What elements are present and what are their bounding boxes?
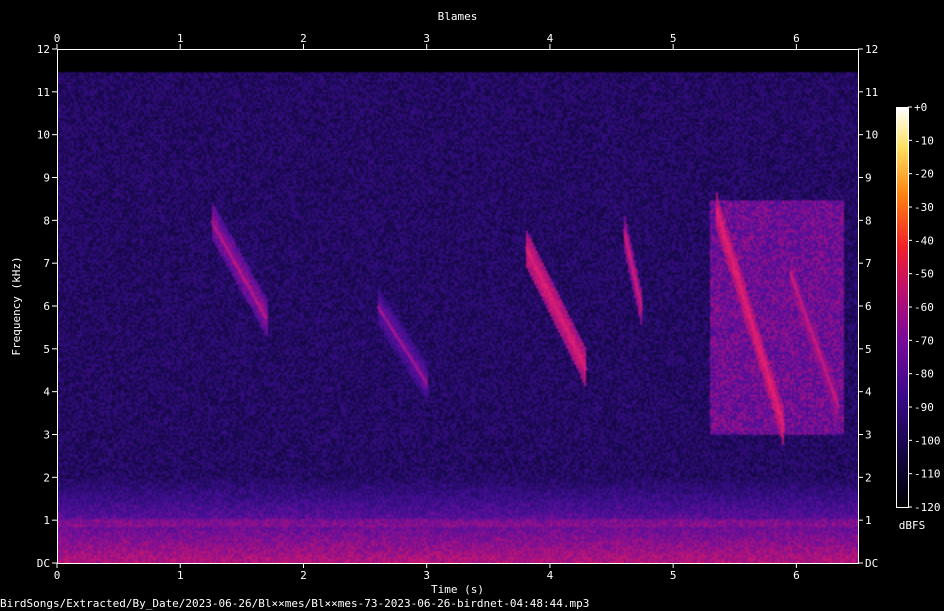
x-tick-label-top: 5 (670, 32, 677, 45)
x-tick-label-top: 1 (177, 32, 184, 45)
x-tick-label-bottom: 0 (54, 569, 61, 582)
x-tick-label-top: 6 (793, 32, 800, 45)
y-tick-label-left: 7 (43, 257, 50, 270)
colorbar-tick-label: -60 (914, 301, 934, 314)
colorbar-tick-label: -110 (914, 468, 941, 481)
x-tick-label-bottom: 5 (670, 569, 677, 582)
file-path-footer: BirdSongs/Extracted/By_Date/2023-06-26/B… (0, 597, 590, 610)
chart-title: Blames (438, 10, 478, 23)
y-tick-label-right: 7 (865, 257, 872, 270)
y-tick-label-right: 2 (865, 471, 872, 484)
y-tick-label-right: 5 (865, 343, 872, 356)
y-tick-label-left: 3 (43, 429, 50, 442)
spectrogram-plot-area (58, 50, 858, 563)
y-tick-label-right: 8 (865, 214, 872, 227)
colorbar-tick-label: +0 (914, 101, 927, 114)
y-tick-label-right: 10 (865, 129, 878, 142)
y-tick-label-right: 12 (865, 43, 878, 56)
x-tick-label-top: 3 (423, 32, 430, 45)
x-tick-label-bottom: 4 (547, 569, 554, 582)
y-tick-label-left: 2 (43, 471, 50, 484)
y-tick-label-right: 6 (865, 300, 872, 313)
y-tick-label-left: 11 (37, 86, 50, 99)
x-tick-label-bottom: 1 (177, 569, 184, 582)
colorbar-tick-label: -30 (914, 201, 934, 214)
spectrogram-figure: Blames 00112233445566 DC DC1 12 23 34 45 56 67 7… (10, 10, 941, 596)
y-tick-label-left: DC (37, 557, 50, 570)
y-axis-label: Frequency (kHz) (10, 256, 23, 355)
colorbar-tick-label: -10 (914, 134, 934, 147)
colorbar (896, 107, 909, 508)
y-tick-label-right: DC (865, 557, 878, 570)
x-axis-label: Time (s) (431, 583, 484, 596)
colorbar-tick-label: -70 (914, 334, 934, 347)
colorbar-tick-label: -90 (914, 401, 934, 414)
colorbar-tick-label: -50 (914, 268, 934, 281)
colorbar-tick-label: -100 (914, 434, 941, 447)
y-tick-label-right: 3 (865, 429, 872, 442)
colorbar-tick-label: -40 (914, 234, 934, 247)
x-tick-label-bottom: 2 (300, 569, 307, 582)
y-tick-label-left: 9 (43, 172, 50, 185)
colorbar-tick-label: -20 (914, 168, 934, 181)
colorbar-ticks: +0 -10 -20 -30 -40 -50 -60 -70 -80 -90 -100 -110 -12… (908, 101, 941, 514)
y-tick-label-right: 1 (865, 514, 872, 527)
y-tick-label-left: 6 (43, 300, 50, 313)
y-tick-label-left: 12 (37, 43, 50, 56)
y-tick-label-left: 10 (37, 129, 50, 142)
y-tick-label-left: 8 (43, 214, 50, 227)
x-tick-label-top: 0 (54, 32, 61, 45)
y-tick-label-left: 4 (43, 386, 50, 399)
x-tick-label-top: 4 (547, 32, 554, 45)
y-tick-label-left: 5 (43, 343, 50, 356)
y-tick-label-right: 11 (865, 86, 878, 99)
y-tick-label-right: 4 (865, 386, 872, 399)
colorbar-label: dBFS (899, 519, 926, 532)
x-tick-label-bottom: 6 (793, 569, 800, 582)
x-tick-label-top: 2 (300, 32, 307, 45)
x-tick-label-bottom: 3 (423, 569, 430, 582)
colorbar-tick-label: -120 (914, 501, 941, 514)
y-tick-label-left: 1 (43, 514, 50, 527)
colorbar-tick-label: -80 (914, 368, 934, 381)
y-tick-label-right: 9 (865, 172, 872, 185)
